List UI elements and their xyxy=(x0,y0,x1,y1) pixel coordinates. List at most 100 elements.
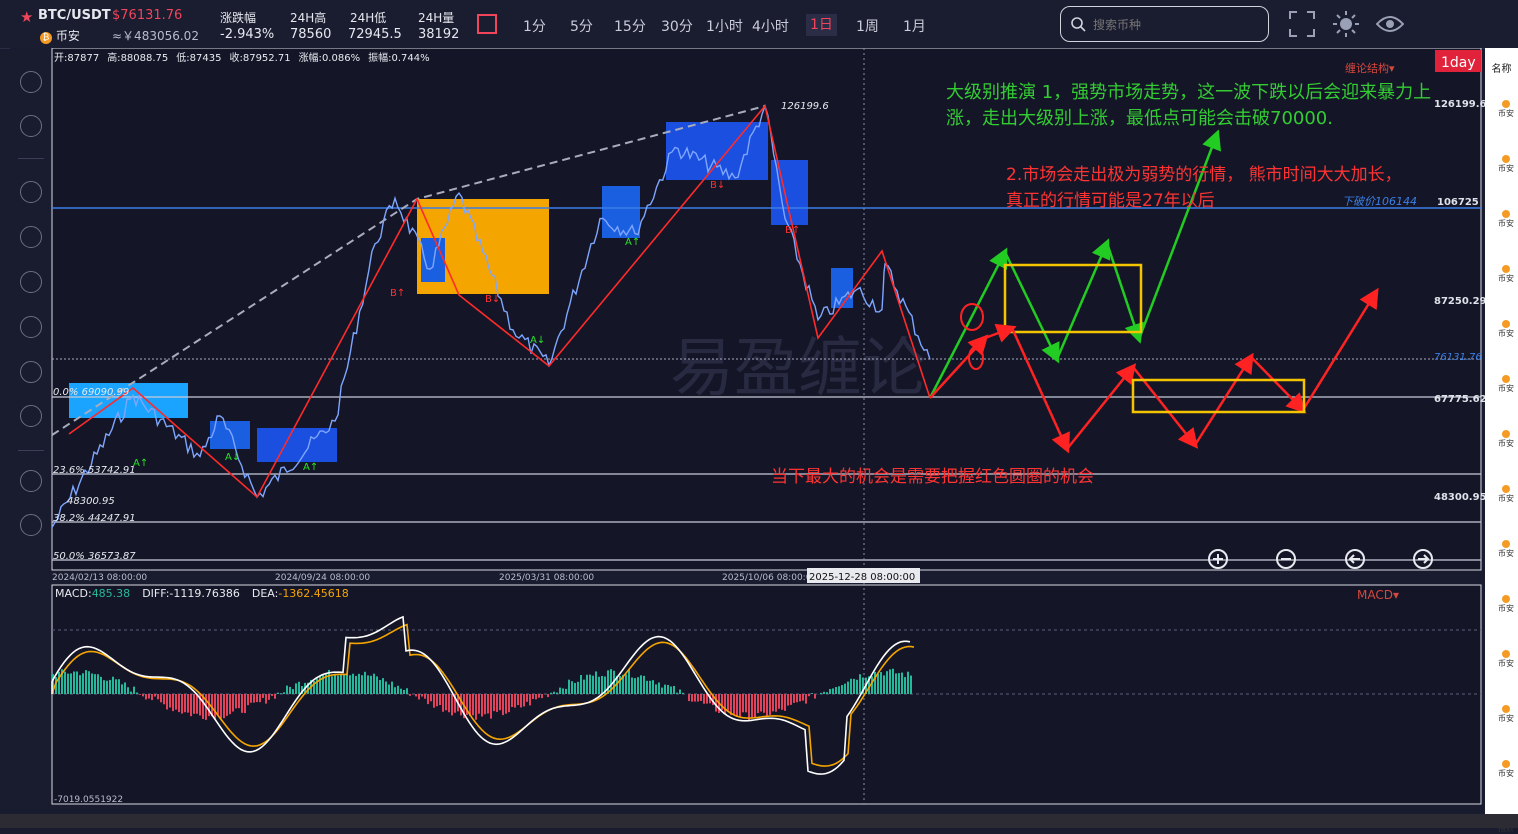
fib-tool-icon[interactable] xyxy=(20,361,42,383)
rectangle-tool-icon[interactable] xyxy=(20,226,42,248)
favorite-star-icon[interactable]: ★ xyxy=(20,8,33,26)
stat-low-value: 72945.5 xyxy=(348,27,402,42)
macd-bar xyxy=(700,694,702,701)
clock-tool-icon[interactable] xyxy=(20,470,42,492)
coin-icon xyxy=(1502,210,1510,218)
macd-bar xyxy=(76,671,78,694)
macd-bar xyxy=(484,694,486,714)
macd-bar xyxy=(139,694,141,695)
macd-bar xyxy=(133,687,135,694)
macd-bar xyxy=(532,694,534,699)
y-tick-87250: 87250.29 xyxy=(1434,296,1485,307)
stat-volume-value: 38192 xyxy=(418,27,459,42)
timeframe-1mo[interactable]: 1月 xyxy=(903,16,926,36)
y-tick-67775: 67775.62 xyxy=(1434,394,1485,405)
watchlist-item[interactable]: 币安 xyxy=(1495,320,1517,339)
macd-bar xyxy=(523,694,525,706)
fib-50-label: 50.0% 36573.87 xyxy=(53,551,136,562)
watchlist-item[interactable]: 币安 xyxy=(1495,650,1517,669)
crosshair-tool-icon[interactable] xyxy=(20,115,42,137)
macd-bar xyxy=(688,694,690,701)
coin-icon xyxy=(1502,155,1510,163)
curve-tool-icon[interactable] xyxy=(20,271,42,293)
fullscreen-icon[interactable] xyxy=(1289,11,1315,37)
drawing-tool-icon[interactable] xyxy=(477,14,497,34)
watchlist-item[interactable]: 币安 xyxy=(1495,430,1517,449)
macd-bar xyxy=(127,687,129,694)
timeframe-15m[interactable]: 15分 xyxy=(614,16,646,36)
wave-tool-icon[interactable] xyxy=(20,514,42,536)
macd-bar xyxy=(904,677,906,694)
macd-bar xyxy=(385,682,387,694)
macd-bar xyxy=(67,674,69,694)
watchlist-item[interactable]: 币安 xyxy=(1495,155,1517,174)
macd-bar xyxy=(295,683,297,694)
macd-bar xyxy=(268,694,270,700)
macd-bar xyxy=(898,673,900,694)
macd-bar xyxy=(451,694,453,715)
search-icon xyxy=(1070,16,1086,32)
macd-indicator-menu[interactable]: MACD▾ xyxy=(1357,588,1399,602)
watchlist-item[interactable]: 币安 xyxy=(1495,210,1517,229)
watchlist-item[interactable]: 币安 xyxy=(1495,540,1517,559)
macd-bar xyxy=(691,694,693,702)
pen-tool-icon[interactable] xyxy=(20,405,42,427)
structure-menu[interactable]: 缠论结构▾ xyxy=(1345,61,1395,75)
coin-icon xyxy=(1502,430,1510,438)
macd-bar xyxy=(880,672,882,694)
y-tick-126199: 126199.6 xyxy=(1434,99,1485,110)
symbol-name[interactable]: BTC/USDT xyxy=(38,8,111,23)
stat-change-value: -2.943% xyxy=(220,27,274,42)
macd-bar xyxy=(859,674,861,694)
watchlist-item[interactable]: 币安 xyxy=(1495,375,1517,394)
exchange-name: ₿ 币安 xyxy=(40,27,80,44)
macd-bar xyxy=(283,692,285,694)
macd-bar xyxy=(319,676,321,694)
timeframe-1w[interactable]: 1周 xyxy=(856,16,879,36)
macd-bar xyxy=(598,677,600,694)
macd-bar xyxy=(736,694,738,717)
watchlist-item[interactable]: 币安 xyxy=(1495,100,1517,119)
watchlist-item[interactable]: 币安 xyxy=(1495,760,1517,779)
watchlist-item[interactable]: 币安 xyxy=(1495,265,1517,284)
watchlist-item[interactable]: 币安 xyxy=(1495,705,1517,724)
macd-bar xyxy=(634,678,636,694)
timeframe-4h[interactable]: 4小时 xyxy=(752,16,789,36)
macd-bar xyxy=(235,694,237,708)
watchlist-item[interactable]: 币安 xyxy=(1495,485,1517,504)
vertical-line-tool-icon[interactable] xyxy=(20,316,42,338)
timeframe-1m[interactable]: 1分 xyxy=(523,16,546,36)
timeframe-1h[interactable]: 1小时 xyxy=(706,16,743,36)
macd-bar xyxy=(829,689,831,694)
macd-bar xyxy=(526,694,528,702)
macd-bar xyxy=(664,685,666,694)
search-box[interactable] xyxy=(1060,6,1269,42)
stat-high-value: 78560 xyxy=(290,27,331,42)
eye-icon[interactable] xyxy=(1376,14,1404,34)
macd-bar xyxy=(163,694,165,704)
cursor-tool-icon[interactable] xyxy=(20,71,42,93)
macd-bar xyxy=(577,682,579,694)
theme-toggle-icon[interactable] xyxy=(1333,11,1359,37)
coin-icon xyxy=(1502,595,1510,603)
macd-bar xyxy=(637,677,639,694)
macd-bar xyxy=(724,694,726,714)
macd-bar xyxy=(124,682,126,694)
search-input[interactable] xyxy=(1091,15,1255,35)
macd-bar xyxy=(79,675,81,694)
timeframe-5m[interactable]: 5分 xyxy=(570,16,593,36)
macd-bar xyxy=(337,676,339,694)
macd-bar xyxy=(766,694,768,717)
macd-bar xyxy=(436,694,438,706)
timeframe-1d[interactable]: 1日 xyxy=(806,14,837,36)
timeframe-30m[interactable]: 30分 xyxy=(661,16,693,36)
macd-bar xyxy=(571,681,573,694)
annotation-red-line3: 当下最大的机会是需要把握红色圆圈的机会 xyxy=(771,467,1094,487)
line-tool-icon[interactable] xyxy=(20,181,42,203)
macd-bar xyxy=(502,694,504,715)
price-chart[interactable]: 易盈缠论 A↑B↑B↓A↓A↑B↓A↓B↑A↑ xyxy=(45,48,1485,814)
watchlist-item[interactable]: 币安 xyxy=(1495,595,1517,614)
macd-bar xyxy=(214,694,216,720)
macd-bar xyxy=(382,678,384,694)
last-price: $76131.76 xyxy=(112,8,182,23)
